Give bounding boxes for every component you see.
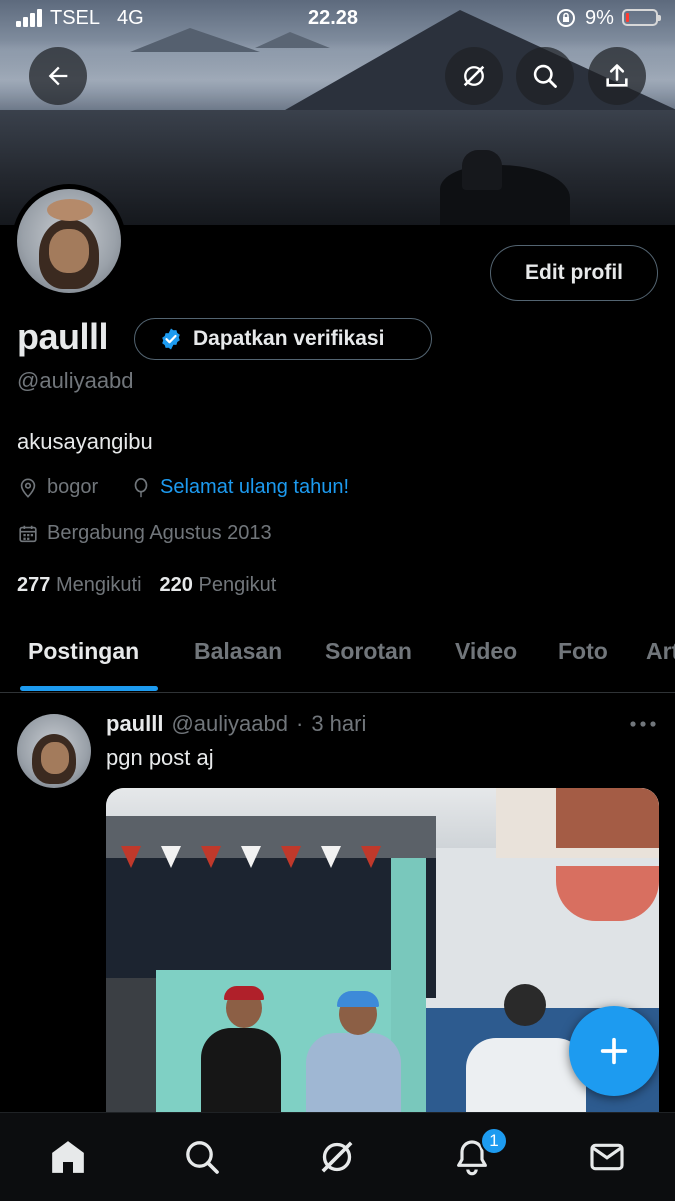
grok-icon bbox=[321, 1141, 353, 1173]
tab-replies[interactable]: Balasan bbox=[194, 638, 282, 665]
back-button[interactable] bbox=[29, 47, 87, 105]
edit-profile-button[interactable]: Edit profil bbox=[490, 245, 658, 301]
grok-icon bbox=[463, 65, 485, 87]
home-icon bbox=[52, 1141, 84, 1173]
birthday-text[interactable]: Selamat ulang tahun! bbox=[160, 476, 349, 499]
followers-count: 220 bbox=[159, 574, 193, 596]
clock: 22.28 bbox=[308, 7, 359, 29]
joined-text: Bergabung Agustus 2013 bbox=[47, 522, 272, 544]
messages-icon bbox=[590, 1143, 624, 1171]
profile-tabs: Postingan Balasan Sorotan Video Foto Art bbox=[0, 630, 675, 693]
verified-badge-icon bbox=[162, 328, 180, 350]
balloon-icon bbox=[134, 477, 148, 497]
search-button[interactable] bbox=[516, 47, 574, 105]
following-label: Mengikuti bbox=[55, 574, 142, 596]
search-icon bbox=[186, 1141, 219, 1174]
post-author-name[interactable]: paulll bbox=[106, 711, 163, 737]
location-pin-icon bbox=[20, 477, 36, 498]
display-name: paulll bbox=[17, 316, 109, 357]
notification-badge: 1 bbox=[480, 1127, 508, 1155]
tab-video[interactable]: Video bbox=[455, 638, 517, 665]
calendar-icon bbox=[19, 525, 37, 542]
share-icon bbox=[606, 64, 628, 87]
compose-button[interactable] bbox=[569, 1006, 659, 1096]
followers-link[interactable]: 220 Pengikut bbox=[160, 574, 277, 597]
grok-button[interactable] bbox=[445, 47, 503, 105]
carrier-label: TSEL bbox=[50, 7, 101, 29]
following-count: 277 bbox=[17, 574, 51, 596]
location-text: bogor bbox=[47, 476, 99, 498]
search-icon bbox=[533, 64, 557, 88]
nav-search[interactable] bbox=[178, 1133, 226, 1181]
tab-articles[interactable]: Art bbox=[646, 638, 675, 665]
more-options-icon[interactable] bbox=[628, 714, 658, 734]
nav-grok[interactable] bbox=[313, 1133, 361, 1181]
avatar-image bbox=[17, 189, 121, 293]
get-verified-label: Dapatkan verifikasi bbox=[193, 327, 385, 350]
profile-handle: @auliyaabd bbox=[17, 368, 134, 393]
profile-birthday[interactable]: Selamat ulang tahun! bbox=[130, 476, 349, 499]
plus-icon bbox=[600, 1037, 628, 1065]
following-link[interactable]: 277 Mengikuti bbox=[17, 574, 142, 597]
status-bar: TSEL 4G 22.28 9% bbox=[0, 0, 675, 36]
battery-percent: 9% bbox=[585, 7, 614, 29]
battery-fill bbox=[626, 13, 629, 22]
active-tab-indicator bbox=[20, 686, 158, 691]
followers-label: Pengikut bbox=[198, 574, 277, 596]
post-header: paulll @auliyaabd · 3 hari bbox=[106, 711, 366, 737]
post-text: pgn post aj bbox=[106, 745, 214, 770]
orientation-lock-icon bbox=[557, 9, 575, 27]
tab-photos[interactable]: Foto bbox=[558, 638, 608, 665]
post-author-handle[interactable]: @auliyaabd bbox=[171, 711, 288, 737]
follow-stats: 277 Mengikuti 220 Pengikut bbox=[17, 574, 276, 597]
share-button[interactable] bbox=[588, 47, 646, 105]
profile-location: bogor bbox=[17, 476, 98, 499]
post-avatar[interactable] bbox=[17, 714, 91, 788]
tab-highlights[interactable]: Sorotan bbox=[325, 638, 412, 665]
profile-avatar[interactable] bbox=[12, 184, 126, 298]
battery-icon bbox=[622, 9, 661, 26]
post-separator: · bbox=[295, 711, 304, 736]
post-time[interactable]: 3 hari bbox=[311, 711, 366, 737]
signal-icon bbox=[16, 9, 44, 27]
bottom-navigation: 1 bbox=[0, 1112, 675, 1201]
network-label: 4G bbox=[117, 7, 144, 29]
nav-home[interactable] bbox=[44, 1133, 92, 1181]
nav-messages[interactable] bbox=[583, 1133, 631, 1181]
back-arrow-icon bbox=[48, 66, 68, 86]
profile-bio: akusayangibu bbox=[17, 429, 153, 454]
tab-posts[interactable]: Postingan bbox=[28, 638, 139, 665]
get-verified-button[interactable]: Dapatkan verifikasi bbox=[134, 318, 432, 360]
banner-people bbox=[462, 150, 502, 190]
profile-joined: Bergabung Agustus 2013 bbox=[17, 522, 272, 545]
